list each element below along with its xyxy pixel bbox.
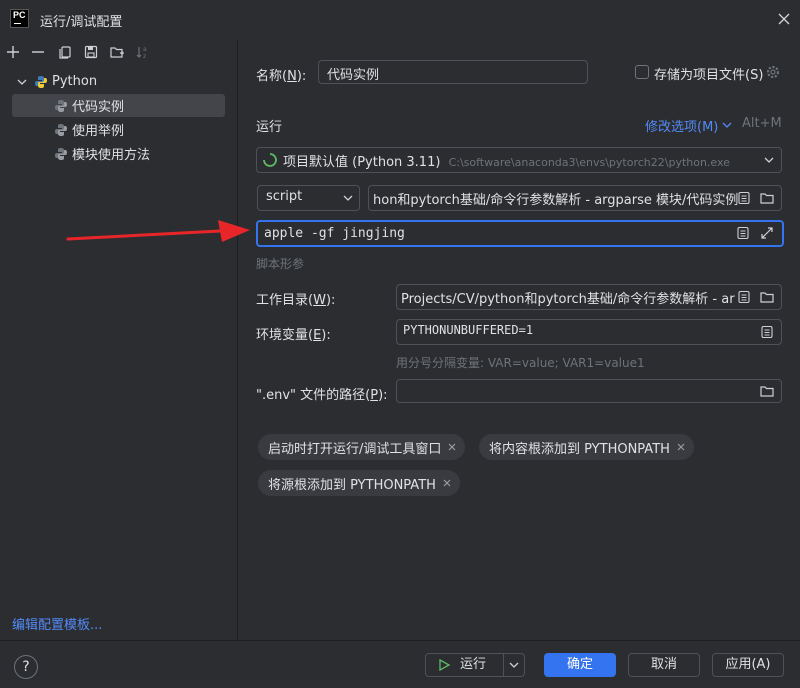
dotenv-label: ".env" 文件的路径(P): bbox=[256, 388, 388, 403]
tree-group-python[interactable]: Python bbox=[12, 70, 225, 93]
edit-templates-link[interactable]: 编辑配置模板... bbox=[12, 614, 102, 633]
tree-item-label: 代码实例 bbox=[72, 100, 125, 115]
dialog-footer: ? 运行 确定 取消 应用(A) bbox=[0, 641, 800, 688]
dotenv-path-input[interactable] bbox=[396, 379, 782, 403]
remove-icon[interactable] bbox=[30, 44, 46, 60]
annotation-arrow bbox=[66, 220, 250, 242]
chevron-down-icon[interactable] bbox=[763, 154, 775, 166]
chip-label: 将源根添加到 PYTHONPATH bbox=[268, 478, 436, 493]
python-icon bbox=[55, 123, 67, 136]
workdir-input[interactable]: Projects/CV/python和pytorch基础/命令行参数解析 - a… bbox=[396, 284, 782, 310]
expand-text-icon[interactable] bbox=[736, 289, 752, 305]
chip-label: 启动时打开运行/调试工具窗口 bbox=[268, 442, 442, 457]
chevron-down-icon[interactable] bbox=[508, 659, 520, 671]
env-variables-input[interactable]: PYTHONUNBUFFERED=1 bbox=[396, 319, 782, 345]
workdir-label: 工作目录(W): bbox=[256, 293, 336, 308]
play-icon bbox=[439, 658, 451, 672]
tree-item-2[interactable]: 模块使用方法 bbox=[12, 142, 225, 165]
script-path-input[interactable]: hon和pytorch基础/命令行参数解析 - argparse 模块/代码实例 bbox=[368, 185, 782, 211]
expand-text-icon[interactable] bbox=[736, 190, 752, 206]
chip-label: 将内容根添加到 PYTHONPATH bbox=[489, 442, 670, 457]
chevron-down-icon[interactable] bbox=[342, 192, 354, 204]
close-icon[interactable] bbox=[442, 478, 452, 488]
pycharm-logo-icon: PC bbox=[10, 9, 29, 28]
folder-icon[interactable] bbox=[759, 289, 775, 305]
python-icon bbox=[55, 147, 67, 160]
env-variables-hint: 用分号分隔变量: VAR=value; VAR1=value1 bbox=[396, 356, 645, 370]
cancel-button[interactable]: 取消 bbox=[628, 653, 700, 677]
apply-button[interactable]: 应用(A) bbox=[712, 653, 784, 677]
run-split-divider bbox=[503, 654, 504, 676]
close-icon[interactable] bbox=[447, 442, 457, 452]
modify-options-link[interactable]: 修改选项(M) bbox=[645, 116, 718, 135]
chevron-down-icon[interactable] bbox=[722, 120, 732, 130]
script-parameters-hint: 脚本形参 bbox=[256, 257, 305, 271]
svg-text:z: z bbox=[143, 53, 146, 60]
window-title: 运行/调试配置 bbox=[40, 15, 123, 30]
title-bar: PC 运行/调试配置 bbox=[0, 0, 800, 40]
tree-group-label: Python bbox=[52, 74, 98, 89]
folder-icon[interactable] bbox=[759, 383, 775, 399]
chevron-down-icon[interactable] bbox=[14, 74, 30, 90]
ok-button[interactable]: 确定 bbox=[544, 653, 616, 677]
expand-editor-icon[interactable] bbox=[759, 225, 775, 241]
config-form: 名称(N): 代码实例 存储为项目文件(S) 运行 修改选项(M) Alt+M … bbox=[238, 40, 800, 640]
svg-text:a: a bbox=[143, 46, 147, 53]
interpreter-path: C:\software\anaconda3\envs\pytorch22\pyt… bbox=[448, 156, 730, 169]
folder-icon[interactable] bbox=[759, 190, 775, 206]
chip-add-content-roots[interactable]: 将内容根添加到 PYTHONPATH bbox=[479, 434, 694, 460]
tree-item-label: 使用举例 bbox=[72, 124, 125, 139]
env-label: 环境变量(E): bbox=[256, 328, 331, 343]
tree-item-1[interactable]: 使用举例 bbox=[12, 118, 225, 141]
run-section-title: 运行 bbox=[256, 120, 283, 135]
tree-item-label: 模块使用方法 bbox=[72, 148, 151, 163]
tree-item-0[interactable]: 代码实例 bbox=[12, 94, 225, 117]
close-icon[interactable] bbox=[676, 442, 686, 452]
add-icon[interactable] bbox=[5, 44, 21, 60]
tree-toolbar: az bbox=[0, 40, 237, 66]
interpreter-select[interactable]: 项目默认值 (Python 3.11) C:\software\anaconda… bbox=[256, 147, 782, 173]
store-as-project-label: 存储为项目文件(S) bbox=[654, 68, 764, 83]
store-as-project-checkbox[interactable] bbox=[635, 65, 649, 79]
gear-icon[interactable] bbox=[765, 64, 781, 80]
loading-spinner-icon bbox=[263, 153, 277, 167]
expand-text-icon[interactable] bbox=[735, 225, 751, 241]
python-icon bbox=[55, 99, 67, 112]
name-input[interactable]: 代码实例 bbox=[318, 60, 588, 84]
new-folder-icon[interactable] bbox=[109, 44, 125, 60]
close-icon[interactable] bbox=[775, 10, 793, 28]
run-button-label: 运行 bbox=[460, 657, 487, 672]
help-button[interactable]: ? bbox=[14, 655, 38, 679]
copy-icon[interactable] bbox=[57, 44, 73, 60]
sort-icon[interactable]: az bbox=[135, 44, 151, 60]
name-label: 名称(N): bbox=[256, 69, 307, 84]
config-tree-pane: az Python 代码实例 使用举例 模块使用方法 编辑配置模板... bbox=[0, 40, 237, 640]
chip-add-source-roots[interactable]: 将源根添加到 PYTHONPATH bbox=[258, 470, 460, 496]
interpreter-name: 项目默认值 (Python 3.11) bbox=[283, 155, 441, 170]
save-icon[interactable] bbox=[83, 44, 99, 60]
script-parameters-input[interactable]: apple -gf jingjing bbox=[256, 220, 784, 247]
expand-text-icon[interactable] bbox=[759, 324, 775, 340]
chip-open-run-window[interactable]: 启动时打开运行/调试工具窗口 bbox=[258, 434, 466, 460]
modify-options-shortcut: Alt+M bbox=[742, 116, 782, 131]
python-icon bbox=[35, 75, 47, 88]
